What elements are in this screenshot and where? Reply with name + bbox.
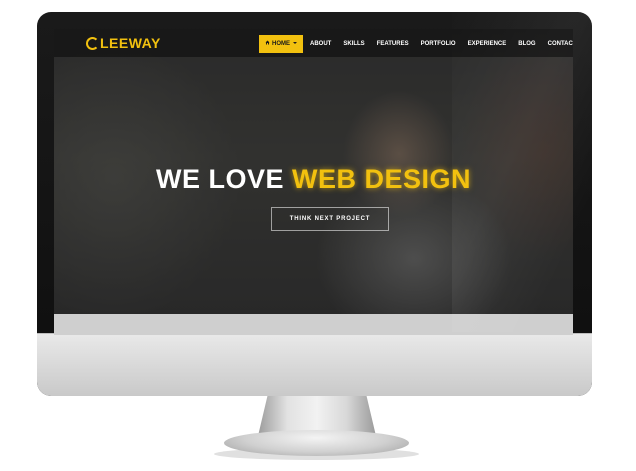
monitor-chin: [37, 333, 592, 396]
nav-item-blog[interactable]: BLOG: [518, 35, 535, 53]
site-logo[interactable]: LEEWAY: [86, 35, 161, 51]
nav-item-features[interactable]: FEATURES: [377, 35, 409, 53]
top-navbar: LEEWAY HOME ABOUT SKILLS FEATURES PORTFO…: [54, 29, 573, 57]
logo-crescent-icon: [86, 36, 99, 50]
monitor-mockup: LEEWAY HOME ABOUT SKILLS FEATURES PORTFO…: [0, 0, 636, 471]
screen-bottom-strip: [54, 314, 573, 335]
nav-item-home[interactable]: HOME: [259, 35, 303, 53]
headline-highlight-text: WEB DESIGN: [292, 164, 472, 194]
nav-item-portfolio[interactable]: PORTFOLIO: [421, 35, 456, 53]
headline-white-text: WE LOVE: [155, 164, 284, 194]
main-nav: HOME ABOUT SKILLS FEATURES PORTFOLIO EXP…: [259, 35, 573, 53]
monitor-frame: LEEWAY HOME ABOUT SKILLS FEATURES PORTFO…: [37, 12, 592, 396]
nav-item-experience[interactable]: EXPERIENCE: [468, 35, 507, 53]
monitor-stand-base: [224, 430, 409, 456]
home-icon: [265, 40, 270, 45]
logo-text: LEEWAY: [100, 35, 161, 51]
nav-item-skills[interactable]: SKILLS: [343, 35, 364, 53]
think-next-project-button[interactable]: THINK NEXT PROJECT: [271, 207, 389, 231]
nav-item-contact[interactable]: CONTACT: [548, 35, 573, 53]
website-screen: LEEWAY HOME ABOUT SKILLS FEATURES PORTFO…: [54, 29, 573, 335]
caret-down-icon: [293, 42, 297, 45]
nav-item-about[interactable]: ABOUT: [310, 35, 331, 53]
nav-item-home-label: HOME: [272, 41, 290, 47]
hero-headline: WE LOVE WEB DESIGN: [54, 164, 573, 194]
